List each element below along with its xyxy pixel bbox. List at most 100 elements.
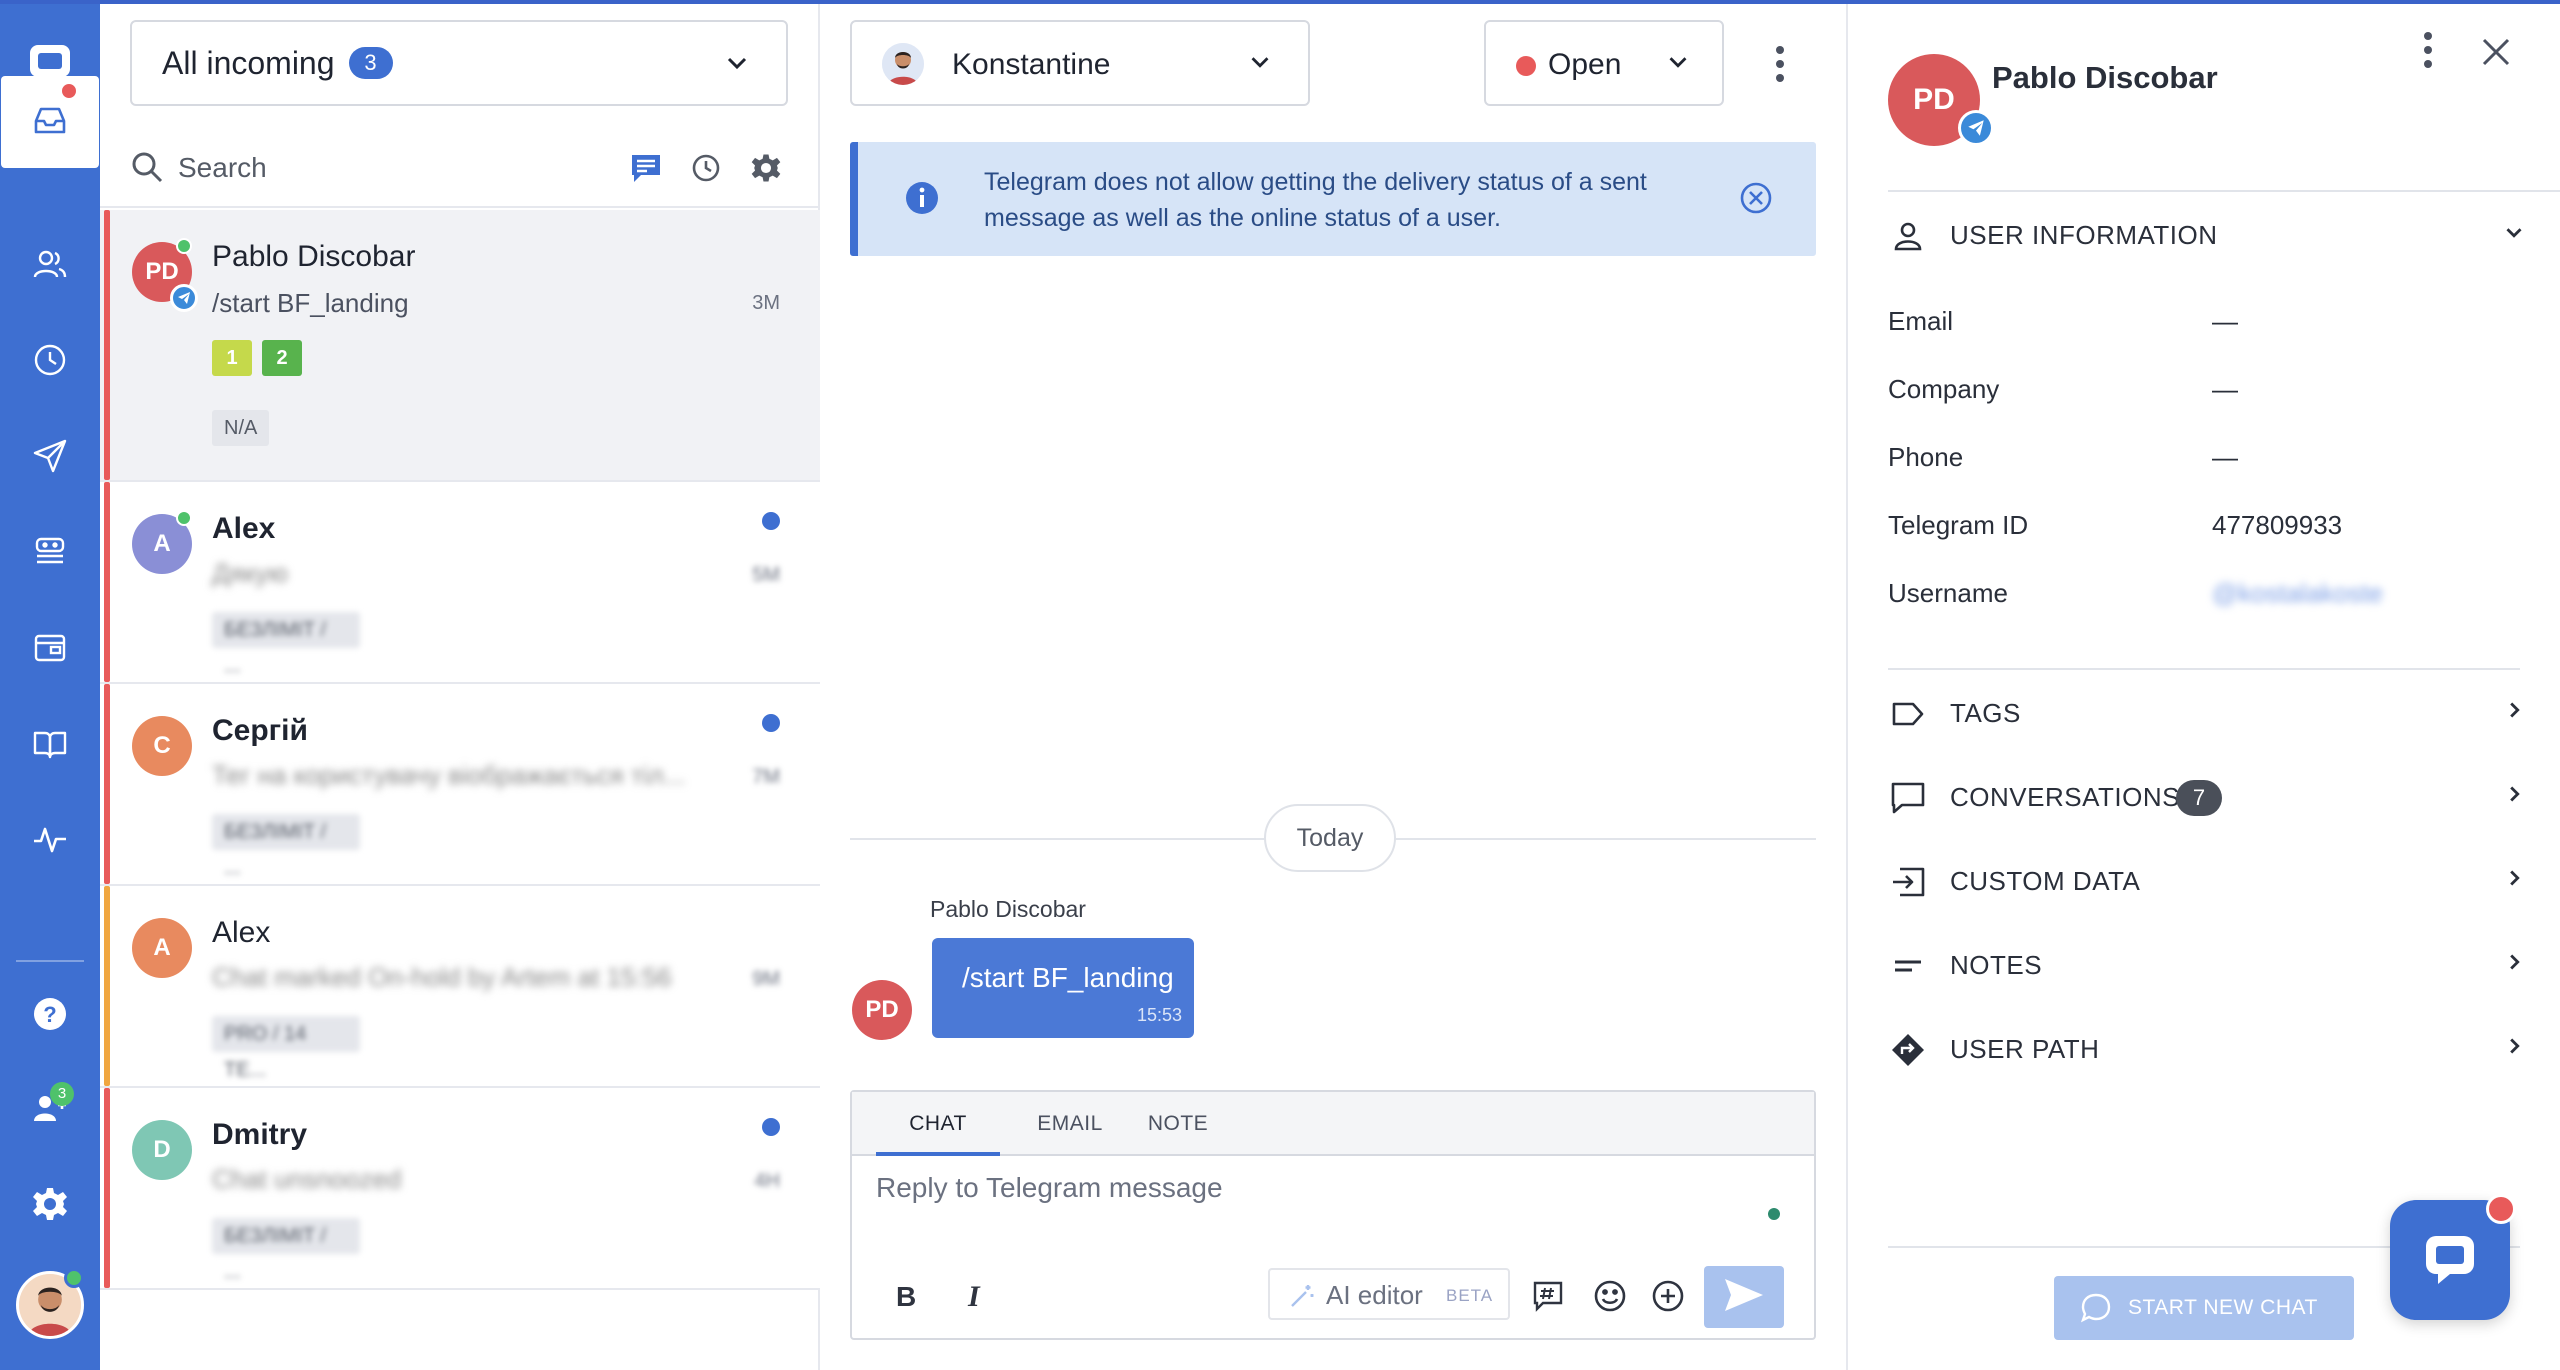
- field-value[interactable]: —: [2212, 306, 2238, 337]
- composer-tabs: CHAT EMAIL NOTE: [852, 1092, 1814, 1156]
- section-user-path[interactable]: USER PATH: [1888, 1008, 2528, 1092]
- notes-icon: [1888, 946, 1928, 986]
- gear-icon: [31, 1185, 69, 1228]
- conversation-item[interactable]: A Alex Chat marked On-hold by Artem at 1…: [100, 886, 820, 1088]
- assignee-name: Konstantine: [952, 48, 1111, 81]
- nav-history[interactable]: [0, 316, 100, 408]
- help-icon: ?: [31, 995, 69, 1038]
- field-value[interactable]: —: [2212, 374, 2238, 405]
- nav-divider: [16, 960, 84, 962]
- section-label: TAGS: [1950, 698, 2021, 728]
- field-value[interactable]: —: [2212, 442, 2238, 473]
- section-label: CONVERSATIONS: [1950, 782, 2180, 812]
- username-link[interactable]: @kostalakoste: [2212, 578, 2383, 609]
- field-value: 477809933: [2212, 510, 2343, 540]
- nav-send[interactable]: [0, 412, 100, 504]
- search-input[interactable]: [178, 146, 578, 190]
- header-divider: [1888, 190, 2560, 192]
- message-author: Pablo Discobar: [930, 896, 1086, 922]
- tab-note[interactable]: NOTE: [1132, 1092, 1224, 1156]
- unread-dot: [762, 714, 780, 732]
- inbox-icon: [31, 101, 69, 144]
- tab-email[interactable]: EMAIL: [1022, 1092, 1118, 1156]
- field-phone: Phone —: [1888, 442, 2508, 482]
- inbox-filter-select[interactable]: All incoming 3: [130, 20, 788, 106]
- timestamp: 4H: [754, 1170, 780, 1192]
- message-time: 15:53: [1136, 1005, 1182, 1025]
- field-label: Username: [1888, 578, 2008, 608]
- conversation-item[interactable]: С Сергій Тег на користувачу вiображаєтьс…: [100, 684, 820, 886]
- plan-label: PRO / 14 TE...: [212, 1016, 360, 1081]
- contact-name: Dmitry: [212, 1118, 308, 1151]
- close-circle-icon[interactable]: [1738, 180, 1774, 221]
- chevron-right-icon: [2500, 780, 2528, 813]
- send-button[interactable]: [1704, 1266, 1784, 1328]
- paper-plane-icon: [31, 437, 69, 480]
- search-icon: [130, 150, 164, 189]
- message-avatar: PD: [852, 980, 912, 1040]
- nav-analytics[interactable]: [0, 796, 100, 888]
- nav-bots[interactable]: [0, 508, 100, 600]
- ai-editor-button[interactable]: AI editor BETA: [1268, 1268, 1510, 1320]
- timestamp: 3M: [752, 292, 780, 314]
- italic-button[interactable]: I: [956, 1276, 996, 1316]
- nav-rail: ? 3: [0, 0, 100, 1370]
- send-icon: [1723, 1277, 1765, 1318]
- plan-label: N/A: [212, 410, 270, 446]
- conversations-count-badge: 7: [2176, 780, 2222, 816]
- timestamp: 5M: [752, 564, 780, 586]
- nav-settings[interactable]: [0, 1160, 100, 1252]
- more-vertical-icon[interactable]: [1760, 34, 1800, 94]
- status-select[interactable]: Open: [1484, 20, 1724, 106]
- nav-team[interactable]: [0, 1064, 100, 1156]
- saved-reply-hash-icon[interactable]: [1528, 1276, 1568, 1316]
- field-username: Username @kostalakoste: [1888, 578, 2508, 618]
- telegram-icon: [1958, 110, 1994, 146]
- nav-help[interactable]: ?: [0, 970, 100, 1062]
- nav-contacts[interactable]: [0, 220, 100, 312]
- section-custom-data[interactable]: CUSTOM DATA: [1888, 840, 2528, 924]
- plan-label: БЕЗЛІМІТ / ...: [212, 612, 360, 677]
- tag-badge: 1: [212, 340, 252, 376]
- assignee-select[interactable]: Konstantine: [850, 20, 1310, 106]
- message-preview: Дякую: [212, 558, 288, 588]
- status-label: Open: [1548, 48, 1622, 81]
- saved-replies-icon[interactable]: [628, 150, 664, 186]
- nav-knowledge[interactable]: [0, 700, 100, 792]
- section-tags[interactable]: TAGS: [1888, 672, 2528, 756]
- conversation-list-panel: All incoming 3 PD Pablo Discobar /start …: [100, 0, 820, 1370]
- current-user-online-dot: [64, 1268, 84, 1288]
- profile-more-vertical-icon[interactable]: [2422, 30, 2434, 75]
- plan-label: БЕЗЛІМІТ / ...: [212, 1218, 360, 1283]
- chevron-down-icon: [722, 48, 752, 86]
- section-notes[interactable]: NOTES: [1888, 924, 2528, 1008]
- section-conversations[interactable]: CONVERSATIONS 7: [1888, 756, 2528, 840]
- section-label: CUSTOM DATA: [1950, 866, 2141, 896]
- online-dot: [176, 238, 192, 254]
- chevron-right-icon: [2500, 1032, 2528, 1065]
- field-label: Company: [1888, 374, 2000, 404]
- conversation-item[interactable]: PD Pablo Discobar /start BF_landing 3M 1…: [100, 210, 820, 482]
- inbox-filter-label: All incoming: [162, 44, 335, 81]
- emoji-icon[interactable]: [1590, 1276, 1630, 1316]
- telegram-icon: [170, 284, 198, 312]
- close-panel-icon[interactable]: [2480, 36, 2512, 73]
- chevron-down-icon: [1246, 48, 1274, 84]
- tab-chat[interactable]: CHAT: [876, 1092, 1000, 1156]
- nav-widgets[interactable]: [0, 604, 100, 696]
- add-circle-icon[interactable]: [1648, 1276, 1688, 1316]
- section-user-information[interactable]: USER INFORMATION: [1888, 194, 2528, 278]
- bold-button[interactable]: B: [886, 1276, 926, 1316]
- status-dot: [1516, 56, 1536, 76]
- reply-input[interactable]: [876, 1172, 1756, 1242]
- conversation-item[interactable]: D Dmitry Chat unsnoozed 4H БЕЗЛІМІТ / ..…: [100, 1088, 820, 1290]
- tag-badge: 2: [262, 340, 302, 376]
- chevron-right-icon: [2500, 696, 2528, 729]
- window-icon: [31, 629, 69, 672]
- field-company: Company —: [1888, 374, 2508, 414]
- nav-inbox[interactable]: [1, 76, 99, 168]
- snoozed-clock-icon[interactable]: [688, 150, 724, 186]
- conversation-item[interactable]: A Alex Дякую 5M БЕЗЛІМІТ / ...: [100, 482, 820, 684]
- start-new-chat-button[interactable]: START NEW CHAT: [2054, 1276, 2354, 1340]
- list-settings-gear-icon[interactable]: [748, 150, 784, 186]
